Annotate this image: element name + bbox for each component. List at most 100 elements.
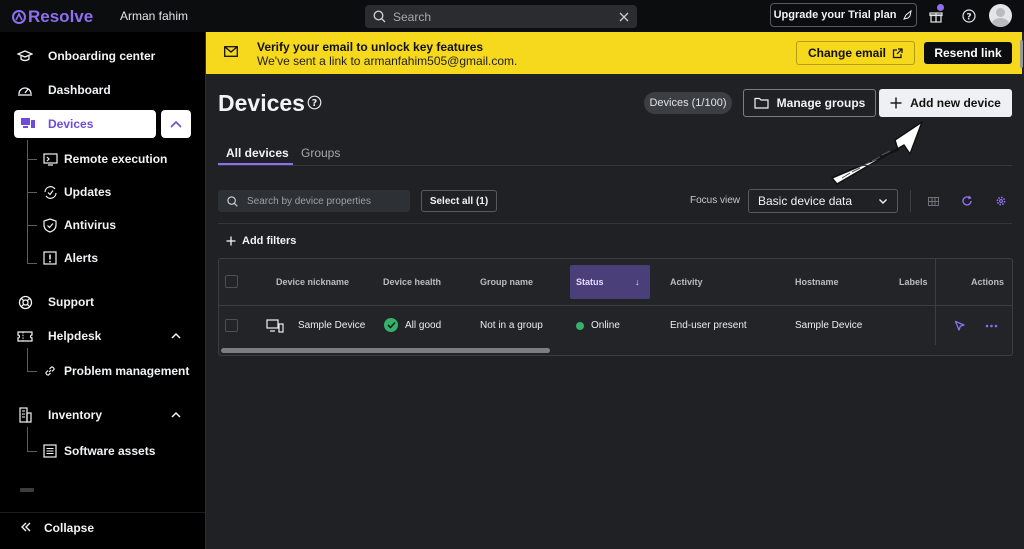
sidebar-item-devices[interactable]: Devices [14, 110, 156, 138]
remote-connect-cursor-icon[interactable] [953, 319, 967, 333]
tree-branch [27, 159, 37, 160]
avatar[interactable] [989, 4, 1012, 27]
more-options-icon[interactable] [984, 319, 998, 333]
select-all-checkbox[interactable] [225, 275, 238, 288]
collapse-button[interactable]: Collapse [20, 521, 94, 535]
sidebar-label: Support [48, 295, 94, 309]
tree-branch [27, 225, 37, 226]
sidebar-item-alerts[interactable]: Alerts [42, 249, 98, 267]
alert-icon [42, 250, 58, 266]
sidebar-item-onboarding[interactable]: Onboarding center [16, 46, 155, 66]
column-header-group[interactable]: Group name [480, 277, 533, 287]
settings-gear-icon[interactable] [994, 194, 1008, 208]
notification-dot [937, 4, 944, 11]
refresh-icon[interactable] [960, 194, 974, 208]
manage-groups-label: Manage groups [776, 96, 866, 110]
search-placeholder: Search [393, 9, 432, 24]
column-header-health[interactable]: Device health [383, 277, 441, 287]
sidebar-label: Inventory [48, 408, 103, 422]
check-circle-icon [384, 318, 398, 332]
actions-column-divider [935, 259, 936, 345]
plus-icon [890, 97, 902, 109]
gauge-icon [16, 81, 34, 99]
sidebar-item-remote-execution[interactable]: Remote execution [42, 150, 167, 168]
header-divider [219, 305, 1012, 306]
tab-groups[interactable]: Groups [301, 146, 340, 160]
cell-health: All good [405, 320, 442, 331]
sort-desc-icon[interactable]: ↓ [635, 277, 640, 287]
user-name[interactable]: Arman fahim [120, 9, 188, 23]
sidebar-item-problem-management[interactable]: Problem management [42, 362, 189, 380]
sidebar-label: Software assets [64, 444, 156, 458]
column-header-hostname[interactable]: Hostname [795, 277, 839, 287]
chevron-down-icon [879, 199, 887, 204]
plus-icon [226, 236, 236, 246]
top-bar: Resolve Arman fahim Search Upgrade your … [0, 0, 1024, 32]
global-search[interactable]: Search [365, 5, 637, 28]
page-scrollbar[interactable] [1020, 40, 1023, 68]
column-header-labels[interactable]: Labels [899, 277, 928, 287]
cell-hostname: Sample Device [795, 320, 863, 331]
change-email-button[interactable]: Change email [796, 41, 915, 65]
chevron-up-icon[interactable] [170, 330, 182, 342]
filters-divider [218, 223, 1012, 224]
clear-icon[interactable] [619, 12, 629, 22]
grid-view-icon[interactable] [926, 194, 940, 208]
tree-branch [27, 451, 37, 452]
tree-branch [27, 371, 37, 372]
devices-collapse-toggle[interactable] [161, 110, 191, 138]
resolve-logo[interactable]: Resolve [12, 7, 93, 27]
upgrade-button[interactable]: Upgrade your Trial plan [770, 3, 917, 27]
tree-line [27, 348, 28, 371]
sidebar-item-support[interactable]: Support [16, 292, 94, 312]
list-icon [42, 443, 58, 459]
sidebar-item-dashboard[interactable]: Dashboard [16, 80, 111, 100]
lifebuoy-icon [16, 293, 34, 311]
table-horizontal-scrollbar[interactable] [221, 348, 550, 353]
column-header-activity[interactable]: Activity [670, 277, 703, 287]
terminal-icon [42, 151, 58, 167]
tab-all-devices[interactable]: All devices [226, 146, 289, 160]
annotation-arrow-icon [831, 121, 923, 185]
add-new-device-label: Add new device [910, 96, 1001, 110]
help-icon[interactable]: ? [961, 8, 977, 24]
devices-table: Device nickname Device health Group name… [218, 258, 1013, 356]
devices-count-badge: Devices (1/100) [644, 92, 732, 114]
manage-groups-button[interactable]: Manage groups [743, 89, 876, 117]
sidebar-label: Antivirus [64, 218, 117, 232]
sidebar-item-updates[interactable]: Updates [42, 183, 111, 201]
help-icon[interactable]: ? [307, 95, 322, 110]
column-header-nickname[interactable]: Device nickname [276, 277, 349, 287]
sidebar-label: Alerts [64, 251, 99, 265]
desktop-device-icon [266, 319, 284, 333]
mail-icon [224, 46, 238, 57]
device-search-input[interactable]: Search by device properties [218, 190, 410, 212]
add-filters-button[interactable]: Add filters [226, 235, 296, 247]
sidebar-item-helpdesk[interactable]: Helpdesk [16, 326, 101, 346]
chevron-up-icon [170, 120, 182, 128]
resend-link-button[interactable]: Resend link [924, 42, 1012, 64]
focus-view-select[interactable]: Basic device data [748, 189, 898, 213]
sidebar-item-antivirus[interactable]: Antivirus [42, 216, 116, 234]
banner-title: Verify your email to unlock key features [257, 40, 484, 54]
page-title: Devices [218, 90, 305, 116]
sidebar-item-inventory[interactable]: Inventory [16, 405, 102, 425]
chevron-up-icon[interactable] [170, 409, 182, 421]
add-new-device-button[interactable]: Add new device [879, 89, 1012, 117]
folder-icon [754, 97, 769, 109]
sidebar-label: Devices [48, 117, 94, 131]
select-all-button[interactable]: Select all (1) [421, 190, 497, 212]
sidebar-label: Problem management [64, 364, 190, 378]
rocket-icon [903, 9, 913, 20]
add-filters-label: Add filters [242, 235, 297, 247]
row-checkbox[interactable] [225, 319, 238, 332]
devices-icon [20, 116, 36, 133]
refresh-check-icon [42, 184, 58, 200]
sidebar-label: Helpdesk [48, 329, 102, 343]
tree-line [27, 427, 28, 451]
cell-group: Not in a group [480, 320, 543, 331]
building-icon [16, 406, 34, 424]
sidebar-item-software-assets[interactable]: Software assets [42, 442, 155, 460]
column-header-status[interactable]: Status [576, 277, 604, 287]
cell-nickname: Sample Device [298, 320, 366, 331]
